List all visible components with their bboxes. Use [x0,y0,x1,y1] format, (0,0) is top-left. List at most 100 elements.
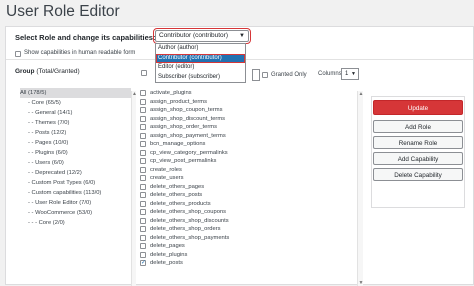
capability-row: bcn_manage_options [140,140,360,149]
capability-label: bcn_manage_options [150,141,206,147]
capability-row: assign_shop_coupon_terms [140,106,360,115]
columns-label: Columns: [318,71,344,77]
group-item[interactable]: All (178/5) [20,88,131,98]
capability-row: delete_others_shop_discounts [140,217,360,226]
granted-only-checkbox[interactable] [262,72,268,78]
capability-row: cp_view_post_permalinks [140,157,360,166]
capability-checkbox[interactable] [140,226,146,233]
capability-checkbox[interactable] [140,251,146,258]
group-item[interactable]: - Core (65/5) [20,98,131,108]
capability-label: delete_others_pages [150,183,205,190]
chevron-down-icon: ▼ [351,71,356,77]
group-item[interactable]: - - - Core (2/0) [20,218,131,228]
capability-checkbox[interactable] [140,90,146,97]
scroll-up-icon[interactable]: ▲ [358,91,364,97]
capability-checkbox[interactable] [140,234,146,241]
capability-checkbox[interactable] [140,183,146,190]
capabilities-list: activate_plugins assign_product_terms assi… [140,89,360,268]
human-readable-checkbox[interactable] [15,51,21,57]
role-dropdown: Author (author) Contributor (contributor)… [155,43,246,83]
capability-label: delete_posts [150,260,183,266]
group-item[interactable]: - - Users (6/0) [20,158,131,168]
capability-checkbox[interactable] [140,166,146,173]
capability-label: assign_shop_discount_terms [150,115,226,122]
role-option[interactable]: Subscriber (subscriber) [156,73,245,83]
capability-row: assign_shop_discount_terms [140,115,360,124]
capability-checkbox[interactable] [140,141,146,148]
capability-row: cp_view_category_permalinks [140,149,360,158]
group-item[interactable]: - - WooCommerce (53/0) [20,208,131,218]
capability-label: delete_others_shop_discounts [150,217,229,224]
capability-row: delete_others_posts [140,191,360,200]
add-capability-button[interactable]: Add Capability [373,152,463,165]
capability-label: cp_view_post_permalinks [150,158,217,164]
group-item[interactable]: - - Themes (7/0) [20,118,131,128]
capability-row: create_roles [140,166,360,175]
group-item[interactable]: - - Posts (12/2) [20,128,131,138]
capability-checkbox[interactable] [140,107,146,114]
columns-select[interactable]: 1 ▼ [341,68,359,80]
capability-checkbox[interactable] [140,209,146,216]
add-role-button[interactable]: Add Role [373,120,463,133]
rename-role-button[interactable]: Rename Role [373,136,463,149]
capability-checkbox[interactable] [140,149,146,156]
capability-row: delete_posts [140,259,360,268]
capability-label: delete_others_shop_coupons [150,209,227,215]
capability-label: activate_plugins [150,90,192,96]
group-tree: All (178/5) - Core (65/5) - - General (14/… [20,88,131,228]
scroll-up-icon[interactable]: ▲ [132,91,137,97]
group-item[interactable]: - - General (14/1) [20,108,131,118]
capability-checkbox[interactable] [140,200,146,207]
capability-label: assign_shop_order_terms [150,124,218,130]
group-title-text: Group [15,68,35,75]
group-item[interactable]: - Custom capabilities (113/0) [20,188,131,198]
capability-label: assign_shop_coupon_terms [150,107,223,113]
capability-label: delete_others_shop_payments [150,234,230,241]
capability-checkbox[interactable] [140,243,146,250]
capability-row: activate_plugins [140,89,360,98]
capability-row: delete_others_shop_orders [140,225,360,234]
group-scrollbar[interactable]: ▲ [131,91,137,286]
capability-label: cp_view_category_permalinks [150,149,228,156]
capability-row: delete_others_pages [140,183,360,192]
group-item[interactable]: - - Deprecated (12/2) [20,168,131,178]
group-item[interactable]: - Custom Post Types (6/0) [20,178,131,188]
capability-row: delete_plugins [140,251,360,260]
role-select[interactable]: Contributor (contributor) ▼ [153,28,251,44]
capability-checkbox[interactable] [140,115,146,122]
capability-row: assign_shop_payment_terms [140,132,360,141]
capability-label: delete_others_shop_orders [150,226,221,232]
columns-value: 1 [345,71,349,77]
scroll-down-icon[interactable]: ▼ [358,280,364,286]
capability-label: create_users [150,175,184,181]
capability-checkbox[interactable] [140,260,146,267]
capability-row: delete_others_shop_coupons [140,208,360,217]
select-all-checkbox[interactable] [141,70,147,76]
capability-checkbox[interactable] [140,192,146,199]
update-button[interactable]: Update [373,100,463,115]
group-item[interactable]: - - User Role Editor (7/0) [20,198,131,208]
group-subtitle: (Total/Granted) [36,68,80,75]
capability-row: assign_shop_order_terms [140,123,360,132]
chevron-down-icon: ▼ [239,33,245,39]
capability-checkbox[interactable] [140,158,146,165]
group-item[interactable]: - - Pages (10/0) [20,138,131,148]
quick-filter-input[interactable] [252,69,260,81]
capabilities-scrollbar[interactable]: ▲ ▼ [357,91,363,286]
granted-only-label: Granted Only [271,72,307,78]
delete-capability-button[interactable]: Delete Capability [373,168,463,181]
role-option[interactable]: Contributor (contributor) [156,53,245,63]
capability-checkbox[interactable] [140,175,146,182]
capability-label: delete_others_posts [150,192,203,198]
capability-checkbox[interactable] [140,98,146,105]
capability-checkbox[interactable] [140,132,146,139]
capability-checkbox[interactable] [140,124,146,131]
capability-row: create_users [140,174,360,183]
capability-row: delete_others_products [140,200,360,209]
role-select-value: Contributor (contributor) [159,32,228,39]
capability-row: delete_pages [140,242,360,251]
capability-checkbox[interactable] [140,217,146,224]
group-item[interactable]: - - Plugins (6/0) [20,148,131,158]
role-option[interactable]: Editor (editor) [156,63,245,73]
role-option[interactable]: Author (author) [156,44,245,54]
